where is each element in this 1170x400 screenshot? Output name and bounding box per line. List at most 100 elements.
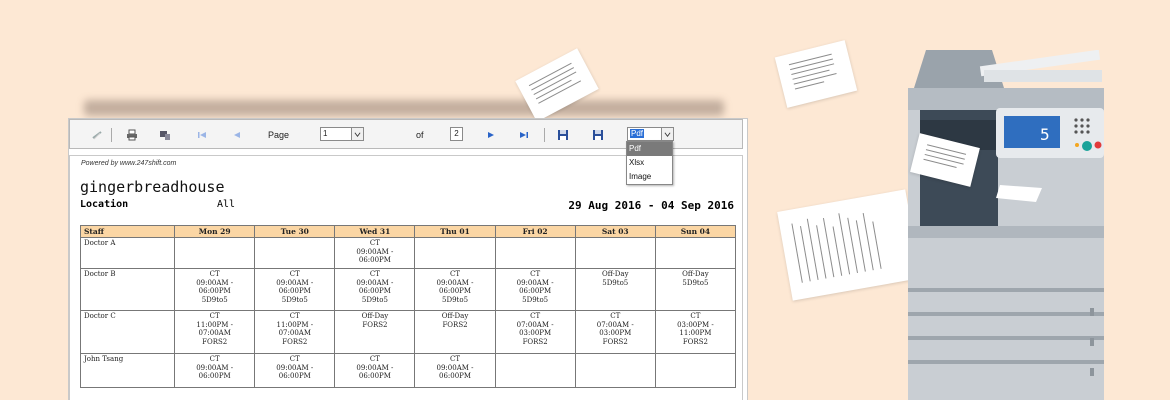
shift-text: 11:00PM -	[276, 320, 314, 329]
shift-cell	[494, 237, 576, 269]
shift-text: CT	[209, 312, 220, 320]
table-row: Doctor B CT 09:00AM -06:00PM 5D9to5 CT 09:00A…	[79, 268, 737, 311]
shift-text: 09:00AM -	[516, 278, 554, 287]
shift-text: FORS2	[442, 320, 468, 329]
shift-text: 07:00AM	[278, 329, 311, 338]
shift-text: CT	[610, 312, 621, 320]
shift-cell: CT 11:00PM -07:00AM FORS2	[174, 310, 256, 354]
staff-name-cell: John Tsang	[79, 353, 176, 388]
shift-text: CT	[209, 270, 220, 278]
shift-text: 5D9to5	[522, 295, 549, 304]
export-format-menu: Pdf Xlsx Image	[626, 141, 673, 185]
shift-cell: CT 11:00PM -07:00AM FORS2	[254, 310, 336, 354]
page-number-value: 1	[323, 129, 328, 138]
column-header: Tue 30	[254, 225, 336, 238]
export-format-select[interactable]: Pdf	[627, 127, 674, 141]
shift-text: FORS2	[282, 337, 308, 346]
shift-text: CT	[369, 355, 380, 363]
shift-cell: CT 09:00AM -06:00PM	[334, 237, 416, 269]
next-page-icon[interactable]	[484, 128, 498, 142]
shift-cell	[574, 237, 656, 269]
shift-text: 06:00PM	[438, 287, 472, 296]
print-setup-icon[interactable]	[158, 128, 172, 142]
shift-text: CT	[369, 239, 380, 247]
shift-cell: CT 09:00AM -06:00PM 5D9to5	[334, 268, 416, 311]
save-icon[interactable]	[556, 128, 570, 142]
shift-text: FORS2	[602, 337, 628, 346]
column-header: Wed 31	[334, 225, 416, 238]
staff-name-cell: Doctor C	[79, 310, 176, 354]
refresh-icon[interactable]	[90, 128, 104, 142]
shift-text: 11:00PM	[679, 329, 712, 338]
schedule-table: Staff Mon 29 Tue 30 Wed 31 Thu 01 Fri 02…	[79, 225, 737, 388]
shift-text: 09:00AM -	[356, 247, 394, 256]
shift-text: 5D9to5	[361, 295, 388, 304]
toolbar-separator	[544, 128, 545, 142]
shift-text: 07:00AM	[198, 329, 231, 338]
shift-text: 09:00AM -	[196, 278, 234, 287]
shift-cell: CT 09:00AM -06:00PM	[254, 353, 336, 388]
shift-cell: CT 09:00AM -06:00PM	[174, 353, 256, 388]
shift-cell	[574, 353, 656, 388]
shift-cell	[654, 237, 737, 269]
shift-text: 09:00AM -	[356, 363, 394, 372]
shift-cell: CT 09:00AM -06:00PM	[414, 353, 496, 388]
shift-text: CT	[450, 270, 461, 278]
format-option-image[interactable]: Image	[627, 170, 672, 184]
of-label: of	[416, 130, 424, 140]
shift-text: 06:00PM	[358, 372, 391, 381]
format-option-xlsx[interactable]: Xlsx	[627, 156, 672, 170]
shift-cell: CT 09:00AM -06:00PM 5D9to5	[174, 268, 256, 311]
shift-cell: CT 09:00AM -06:00PM 5D9to5	[414, 268, 496, 311]
toolbar-separator	[111, 128, 112, 142]
column-header: Sat 03	[574, 225, 656, 238]
shift-text: 09:00AM -	[436, 278, 474, 287]
table-row: John Tsang CT 09:00AM -06:00PM CT 09:00AM -0…	[79, 353, 737, 388]
shift-text: 06:00PM	[519, 287, 552, 296]
print-icon[interactable]	[125, 128, 139, 142]
shift-text: Off-Day	[682, 270, 709, 278]
shift-text: 11:00PM -	[196, 320, 234, 329]
shift-text: FORS2	[682, 337, 708, 346]
shift-text: FORS2	[362, 320, 388, 329]
date-range: 29 Aug 2016 - 04 Sep 2016	[568, 199, 734, 212]
shift-cell	[654, 353, 737, 388]
shift-cell	[414, 237, 496, 269]
shift-text: 03:00PM	[519, 329, 552, 338]
shift-text: CT	[289, 270, 300, 278]
shift-cell: CT 09:00AM -06:00PM	[334, 353, 416, 388]
shift-text: 09:00AM -	[276, 278, 314, 287]
shift-text: 5D9to5	[682, 278, 709, 287]
shift-cell: CT 09:00AM -06:00PM 5D9to5	[494, 268, 576, 311]
shift-text: 06:00PM	[358, 287, 391, 296]
format-option-pdf[interactable]: Pdf	[627, 142, 672, 156]
last-page-icon[interactable]	[517, 128, 531, 142]
column-header: Staff	[79, 225, 176, 238]
page-number-select[interactable]: 1	[320, 127, 364, 141]
shift-text: 07:00AM -	[516, 320, 554, 329]
shift-text: 5D9to5	[281, 295, 308, 304]
shift-text: CT	[690, 312, 701, 320]
prev-page-icon[interactable]	[230, 128, 244, 142]
shift-text: 06:00PM	[278, 372, 311, 381]
first-page-icon[interactable]	[195, 128, 209, 142]
shift-cell	[174, 237, 256, 269]
shift-text: 06:00PM	[358, 256, 391, 265]
shift-text: Off-Day	[601, 270, 629, 278]
shift-text: 06:00PM	[278, 287, 311, 296]
shift-cell: CT 09:00AM -06:00PM 5D9to5	[254, 268, 336, 311]
shift-text: FORS2	[202, 337, 228, 346]
shift-text: 06:00PM	[438, 372, 472, 381]
shift-text: CT	[530, 270, 541, 278]
location-value: All	[217, 199, 236, 210]
table-row: Doctor A CT 09:00AM -06:00PM	[79, 237, 737, 269]
export-icon[interactable]	[591, 128, 605, 142]
column-header: Sun 04	[654, 225, 737, 238]
location-label: Location	[80, 199, 129, 210]
schedule-header-row: Staff Mon 29 Tue 30 Wed 31 Thu 01 Fri 02…	[79, 225, 737, 238]
shift-text: 5D9to5	[201, 295, 228, 304]
total-pages: 2	[450, 127, 463, 141]
window-shadow	[84, 100, 724, 116]
report-page: Powered by www.247shift.com gingerbreadh…	[69, 155, 743, 400]
shift-text: 09:00AM -	[196, 363, 234, 372]
